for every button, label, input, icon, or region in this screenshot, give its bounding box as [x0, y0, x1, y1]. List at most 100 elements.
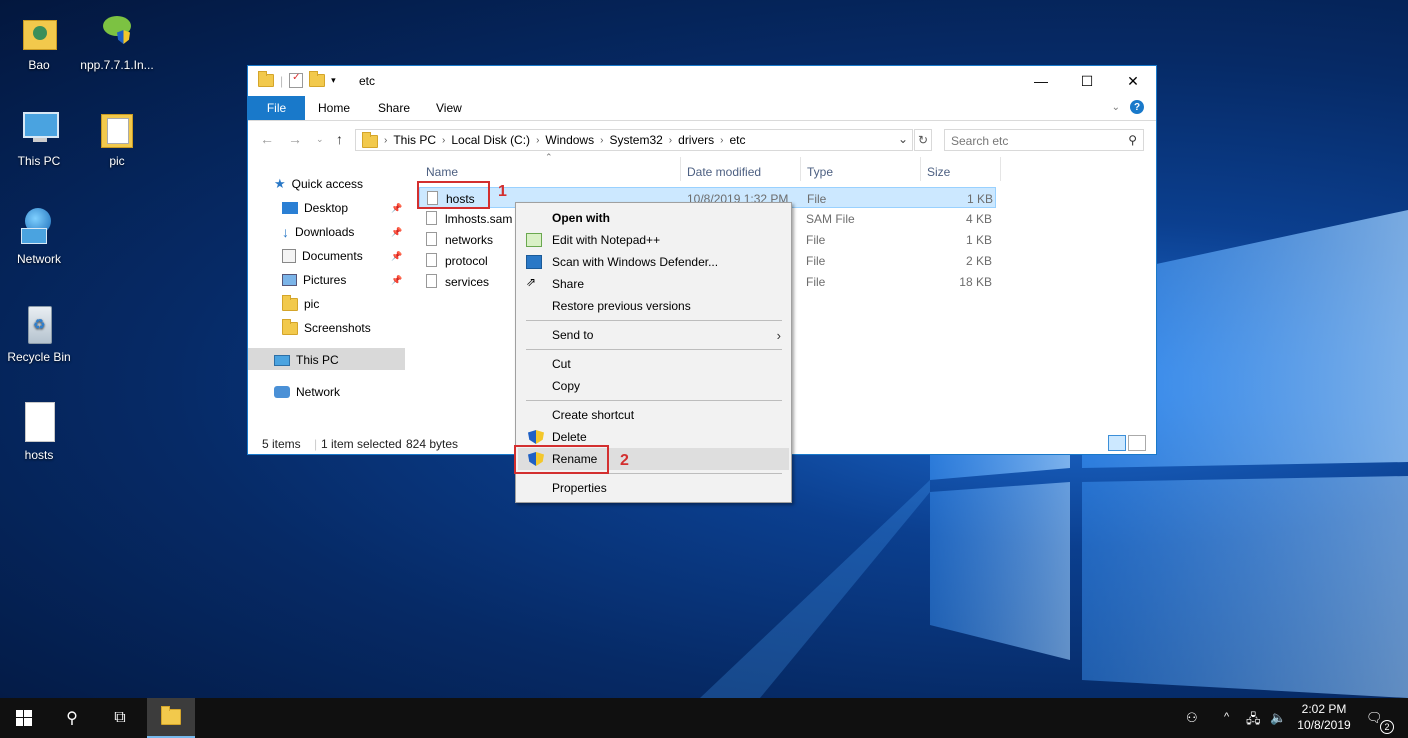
- new-folder-icon[interactable]: [309, 71, 326, 87]
- crumb-drivers[interactable]: drivers: [672, 133, 720, 147]
- status-selected: 1 item selected: [321, 437, 402, 451]
- desktop-icon-bao[interactable]: Bao: [1, 12, 77, 72]
- close-button[interactable]: ✕: [1110, 66, 1156, 96]
- recent-locations-icon[interactable]: ⌄: [316, 134, 324, 145]
- taskbar-file-explorer[interactable]: [147, 698, 195, 738]
- search-button[interactable]: ⚲: [48, 698, 96, 738]
- crumb-system32[interactable]: System32: [603, 133, 668, 147]
- back-arrow-icon[interactable]: ←: [260, 131, 274, 147]
- crumb-local-disk[interactable]: Local Disk (C:): [445, 133, 536, 147]
- nav-item-desktop[interactable]: Desktop 📌: [282, 198, 406, 218]
- nav-this-pc[interactable]: This PC: [274, 350, 339, 370]
- folder-icon: [282, 318, 298, 335]
- nav-item-documents[interactable]: Documents 📌: [282, 246, 406, 266]
- pin-icon[interactable]: 📌: [391, 275, 402, 286]
- column-divider[interactable]: [920, 157, 921, 181]
- task-view-icon: ⧉: [114, 709, 126, 726]
- address-bar[interactable]: › This PC › Local Disk (C:) › Windows › …: [355, 129, 913, 151]
- nav-quick-access[interactable]: ★ Quick access: [274, 174, 363, 194]
- menu-label: Edit with Notepad++: [552, 233, 661, 247]
- address-dropdown-icon[interactable]: ⌄: [898, 132, 908, 146]
- column-header-type[interactable]: Type: [807, 165, 833, 179]
- crumb-windows[interactable]: Windows: [539, 133, 600, 147]
- desktop-icon-network[interactable]: Network: [1, 206, 77, 266]
- documents-icon: [282, 249, 296, 263]
- desktop-icon-label: hosts: [24, 448, 54, 462]
- search-placeholder: Search etc: [951, 134, 1009, 148]
- desktop-icon-pic[interactable]: pic: [79, 108, 155, 168]
- share-icon: ⇗: [526, 275, 537, 289]
- column-divider[interactable]: [680, 157, 681, 181]
- tab-home[interactable]: Home: [318, 101, 350, 115]
- properties-icon[interactable]: ✓: [289, 72, 304, 88]
- volume-icon[interactable]: 🔈: [1270, 710, 1286, 726]
- desktop-icon-this-pc[interactable]: This PC: [1, 108, 77, 168]
- file-icon: [426, 232, 437, 246]
- large-icons-view-icon[interactable]: [1128, 435, 1146, 451]
- up-arrow-icon[interactable]: ↑: [336, 131, 343, 147]
- menu-separator: [526, 320, 782, 321]
- column-divider[interactable]: [800, 157, 801, 181]
- menu-item-scan-defender[interactable]: Scan with Windows Defender...: [518, 251, 789, 273]
- crumb-etc[interactable]: etc: [724, 133, 752, 147]
- column-header-name[interactable]: Name: [426, 165, 458, 179]
- desktop-icon-recycle-bin[interactable]: ♻ Recycle Bin: [1, 304, 77, 364]
- file-size: 2 KB: [965, 254, 992, 268]
- menu-item-restore-versions[interactable]: Restore previous versions: [518, 295, 789, 317]
- menu-item-create-shortcut[interactable]: Create shortcut: [518, 404, 789, 426]
- column-header-size[interactable]: Size: [927, 165, 950, 179]
- tab-file[interactable]: File: [248, 96, 305, 120]
- title-bar[interactable]: | ✓ ▾ etc — ☐ ✕: [248, 66, 1156, 96]
- task-view-button[interactable]: ⧉: [96, 698, 144, 738]
- file-icon: [426, 274, 437, 288]
- forward-arrow-icon[interactable]: →: [288, 131, 302, 147]
- breadcrumb: › This PC › Local Disk (C:) › Windows › …: [378, 133, 752, 147]
- crumb-this-pc[interactable]: This PC: [387, 133, 442, 147]
- user-folder-icon: [19, 12, 59, 54]
- nav-item-pictures[interactable]: Pictures 📌: [282, 270, 406, 290]
- menu-item-copy[interactable]: Copy: [518, 375, 789, 397]
- folder-icon: [258, 71, 274, 87]
- maximize-button[interactable]: ☐: [1064, 66, 1110, 96]
- file-type: File: [807, 192, 827, 206]
- menu-item-edit-notepadpp[interactable]: Edit with Notepad++: [518, 229, 789, 251]
- nav-item-screenshots[interactable]: Screenshots: [282, 318, 371, 338]
- desktop-icon-hosts[interactable]: hosts: [1, 402, 77, 462]
- menu-item-properties[interactable]: Properties: [518, 477, 789, 499]
- tab-share[interactable]: Share: [378, 101, 410, 115]
- menu-item-open-with[interactable]: Open with: [518, 207, 789, 229]
- pin-icon[interactable]: 📌: [391, 227, 402, 238]
- ribbon-tabs: File Home Share View ⌄ ?: [248, 96, 1156, 121]
- help-icon[interactable]: ?: [1130, 100, 1144, 114]
- search-input[interactable]: Search etc ⚲: [944, 129, 1144, 151]
- folder-icon: [282, 294, 298, 311]
- expand-ribbon-icon[interactable]: ⌄: [1112, 102, 1120, 113]
- file-type: File: [806, 233, 826, 247]
- start-button[interactable]: [0, 698, 48, 738]
- column-header-date[interactable]: Date modified: [687, 165, 761, 179]
- pin-icon[interactable]: 📌: [391, 251, 402, 262]
- windows-logo-icon: [16, 710, 32, 726]
- tab-view[interactable]: View: [436, 101, 462, 115]
- desktop-icon-npp[interactable]: npp.7.7.1.In...: [79, 12, 155, 72]
- clock[interactable]: 2:02 PM 10/8/2019: [1296, 701, 1352, 733]
- minimize-button[interactable]: —: [1018, 66, 1064, 96]
- menu-item-cut[interactable]: Cut: [518, 353, 789, 375]
- nav-item-pic[interactable]: pic: [282, 294, 319, 314]
- people-icon[interactable]: ⚇: [1186, 710, 1198, 726]
- chevron-up-icon[interactable]: ^: [1224, 711, 1229, 723]
- details-view-icon[interactable]: [1108, 435, 1126, 451]
- nav-item-downloads[interactable]: ↓ Downloads 📌: [282, 222, 406, 242]
- nav-network[interactable]: Network: [274, 382, 340, 402]
- menu-item-share[interactable]: ⇗ Share: [518, 273, 789, 295]
- file-icon: [426, 253, 437, 267]
- column-divider[interactable]: [1000, 157, 1001, 181]
- file-icon: [19, 402, 59, 444]
- pin-icon[interactable]: 📌: [391, 203, 402, 214]
- network-tray-icon[interactable]: 🖧: [1246, 710, 1261, 732]
- navigation-pane: ★ Quick access Desktop 📌 ↓ Downloads 📌 D…: [248, 157, 406, 427]
- menu-item-send-to[interactable]: Send to ›: [518, 324, 789, 346]
- customize-toolbar-icon[interactable]: ▾: [331, 75, 336, 86]
- menu-label: Delete: [552, 430, 587, 444]
- refresh-icon[interactable]: ↻: [914, 129, 932, 151]
